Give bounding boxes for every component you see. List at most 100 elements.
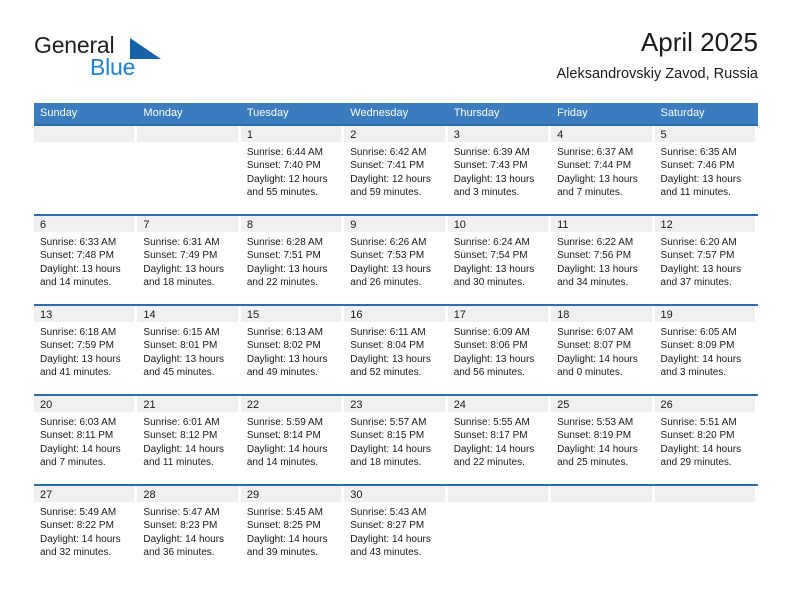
daylight-line-1: Daylight: 13 hours [350,353,431,365]
sunrise-line: Sunrise: 6:28 AM [246,237,323,248]
sunrise-line: Sunrise: 5:45 AM [246,507,323,518]
day-number-band: 20 [34,396,135,412]
day-cell[interactable]: 9 Sunrise: 6:26 AM Sunset: 7:53 PM Dayli… [344,216,447,304]
day-details: Sunrise: 6:03 AM Sunset: 8:11 PM Dayligh… [34,412,134,470]
sunset-line: Sunset: 7:57 PM [660,250,735,262]
day-cell[interactable]: 5 Sunrise: 6:35 AM Sunset: 7:46 PM Dayli… [654,126,758,214]
day-details: Sunrise: 6:42 AM Sunset: 7:41 PM Dayligh… [344,142,444,200]
sunset-line: Sunset: 8:04 PM [350,340,425,352]
sunset-line: Sunset: 8:23 PM [143,520,218,532]
day-details [551,502,651,506]
daylight-line-1: Daylight: 14 hours [557,443,638,455]
day-cell[interactable]: 4 Sunrise: 6:37 AM Sunset: 7:44 PM Dayli… [551,126,654,214]
weekday-header-wednesday: Wednesday [350,107,409,119]
sunset-line: Sunset: 7:59 PM [40,340,114,352]
day-number: 9 [350,219,357,231]
day-cell[interactable]: 19 Sunrise: 6:05 AM Sunset: 8:09 PM Dayl… [654,306,758,394]
title-block: April 2025 Aleksandrovskiy Zavod, Russia [557,26,758,84]
week-row: 13 Sunrise: 6:18 AM Sunset: 7:59 PM Dayl… [34,304,758,394]
day-cell[interactable]: 7 Sunrise: 6:31 AM Sunset: 7:49 PM Dayli… [137,216,240,304]
daylight-line-2: and 39 minutes. [246,547,319,559]
daylight-line-2: and 55 minutes. [246,187,319,199]
day-cell[interactable] [654,486,758,574]
day-cell[interactable]: 29 Sunrise: 5:45 AM Sunset: 8:25 PM Dayl… [240,486,344,574]
sunrise-line: Sunrise: 5:43 AM [350,507,427,518]
daylight-line-1: Daylight: 12 hours [246,173,328,185]
day-details: Sunrise: 6:28 AM Sunset: 7:51 PM Dayligh… [241,232,341,290]
day-cell[interactable]: 23 Sunrise: 5:57 AM Sunset: 8:15 PM Dayl… [344,396,447,484]
day-cell[interactable]: 30 Sunrise: 5:43 AM Sunset: 8:27 PM Dayl… [344,486,447,574]
day-cell[interactable]: 16 Sunrise: 6:11 AM Sunset: 8:04 PM Dayl… [344,306,447,394]
day-cell[interactable]: 22 Sunrise: 5:59 AM Sunset: 8:14 PM Dayl… [240,396,344,484]
daylight-line-1: Daylight: 12 hours [350,173,431,185]
day-number: 23 [350,399,363,411]
day-cell[interactable]: 15 Sunrise: 6:13 AM Sunset: 8:02 PM Dayl… [240,306,344,394]
day-details: Sunrise: 6:05 AM Sunset: 8:09 PM Dayligh… [655,322,755,380]
day-cell[interactable]: 17 Sunrise: 6:09 AM Sunset: 8:06 PM Dayl… [447,306,551,394]
day-cell[interactable]: 11 Sunrise: 6:22 AM Sunset: 7:56 PM Dayl… [551,216,654,304]
day-cell[interactable]: 21 Sunrise: 6:01 AM Sunset: 8:12 PM Dayl… [137,396,240,484]
sunset-line: Sunset: 8:22 PM [40,520,114,532]
daylight-line-1: Daylight: 14 hours [40,443,121,455]
daylight-line-2: and 7 minutes. [40,457,106,469]
day-number-band: 9 [344,216,445,232]
day-number-band: 16 [344,306,445,322]
day-cell[interactable]: 10 Sunrise: 6:24 AM Sunset: 7:54 PM Dayl… [447,216,551,304]
sunset-line: Sunset: 7:40 PM [246,160,321,172]
day-details [137,142,237,146]
weekday-header-saturday: Saturday [660,107,705,119]
day-cell[interactable]: 14 Sunrise: 6:15 AM Sunset: 8:01 PM Dayl… [137,306,240,394]
day-details: Sunrise: 5:47 AM Sunset: 8:23 PM Dayligh… [137,502,237,560]
sunset-line: Sunset: 8:15 PM [350,430,425,442]
day-cell[interactable]: 8 Sunrise: 6:28 AM Sunset: 7:51 PM Dayli… [240,216,344,304]
sunset-line: Sunset: 8:02 PM [246,340,321,352]
day-number-band: 6 [34,216,135,232]
day-cell[interactable]: 13 Sunrise: 6:18 AM Sunset: 7:59 PM Dayl… [34,306,137,394]
sunrise-line: Sunrise: 6:13 AM [246,327,323,338]
sunrise-line: Sunrise: 6:26 AM [350,237,427,248]
weekday-header-monday: Monday [143,107,183,119]
daylight-line-2: and 34 minutes. [557,277,629,289]
sunset-line: Sunset: 7:44 PM [557,160,632,172]
day-details: Sunrise: 6:07 AM Sunset: 8:07 PM Dayligh… [551,322,651,380]
day-cell[interactable]: 25 Sunrise: 5:53 AM Sunset: 8:19 PM Dayl… [551,396,654,484]
sunset-line: Sunset: 7:56 PM [557,250,632,262]
day-details: Sunrise: 6:35 AM Sunset: 7:46 PM Dayligh… [655,142,755,200]
day-number: 21 [143,399,156,411]
day-cell[interactable]: 27 Sunrise: 5:49 AM Sunset: 8:22 PM Dayl… [34,486,137,574]
day-number: 19 [660,309,673,321]
day-cell[interactable] [34,126,137,214]
day-number-band: 27 [34,486,135,502]
day-cell[interactable]: 2 Sunrise: 6:42 AM Sunset: 7:41 PM Dayli… [344,126,447,214]
sunset-line: Sunset: 7:43 PM [453,160,528,172]
day-cell[interactable]: 6 Sunrise: 6:33 AM Sunset: 7:48 PM Dayli… [34,216,137,304]
day-number-band: 2 [344,126,445,142]
day-number: 1 [246,129,253,141]
day-number-band: 26 [654,396,755,412]
daylight-line-2: and 25 minutes. [557,457,629,469]
week-row: 6 Sunrise: 6:33 AM Sunset: 7:48 PM Dayli… [34,214,758,304]
day-number: 24 [453,399,466,411]
day-cell[interactable]: 3 Sunrise: 6:39 AM Sunset: 7:43 PM Dayli… [447,126,551,214]
page-header: General Blue April 2025 Aleksandrovskiy … [34,26,758,98]
day-number-band: 3 [447,126,549,142]
daylight-line-1: Daylight: 13 hours [453,263,535,275]
day-cell[interactable] [137,126,240,214]
day-cell[interactable]: 1 Sunrise: 6:44 AM Sunset: 7:40 PM Dayli… [240,126,344,214]
daylight-line-2: and 11 minutes. [660,187,731,199]
day-cell[interactable] [551,486,654,574]
day-cell[interactable] [447,486,551,574]
day-cell[interactable]: 26 Sunrise: 5:51 AM Sunset: 8:20 PM Dayl… [654,396,758,484]
daylight-line-1: Daylight: 13 hours [350,263,431,275]
daylight-line-1: Daylight: 13 hours [246,353,328,365]
day-cell[interactable]: 12 Sunrise: 6:20 AM Sunset: 7:57 PM Dayl… [654,216,758,304]
sunrise-line: Sunrise: 5:57 AM [350,417,427,428]
day-cell[interactable]: 28 Sunrise: 5:47 AM Sunset: 8:23 PM Dayl… [137,486,240,574]
day-details: Sunrise: 6:39 AM Sunset: 7:43 PM Dayligh… [448,142,548,200]
day-cell[interactable]: 24 Sunrise: 5:55 AM Sunset: 8:17 PM Dayl… [447,396,551,484]
daylight-line-2: and 29 minutes. [660,457,732,469]
day-number: 7 [143,219,150,231]
sunrise-line: Sunrise: 6:05 AM [660,327,737,338]
day-cell[interactable]: 20 Sunrise: 6:03 AM Sunset: 8:11 PM Dayl… [34,396,137,484]
day-cell[interactable]: 18 Sunrise: 6:07 AM Sunset: 8:07 PM Dayl… [551,306,654,394]
